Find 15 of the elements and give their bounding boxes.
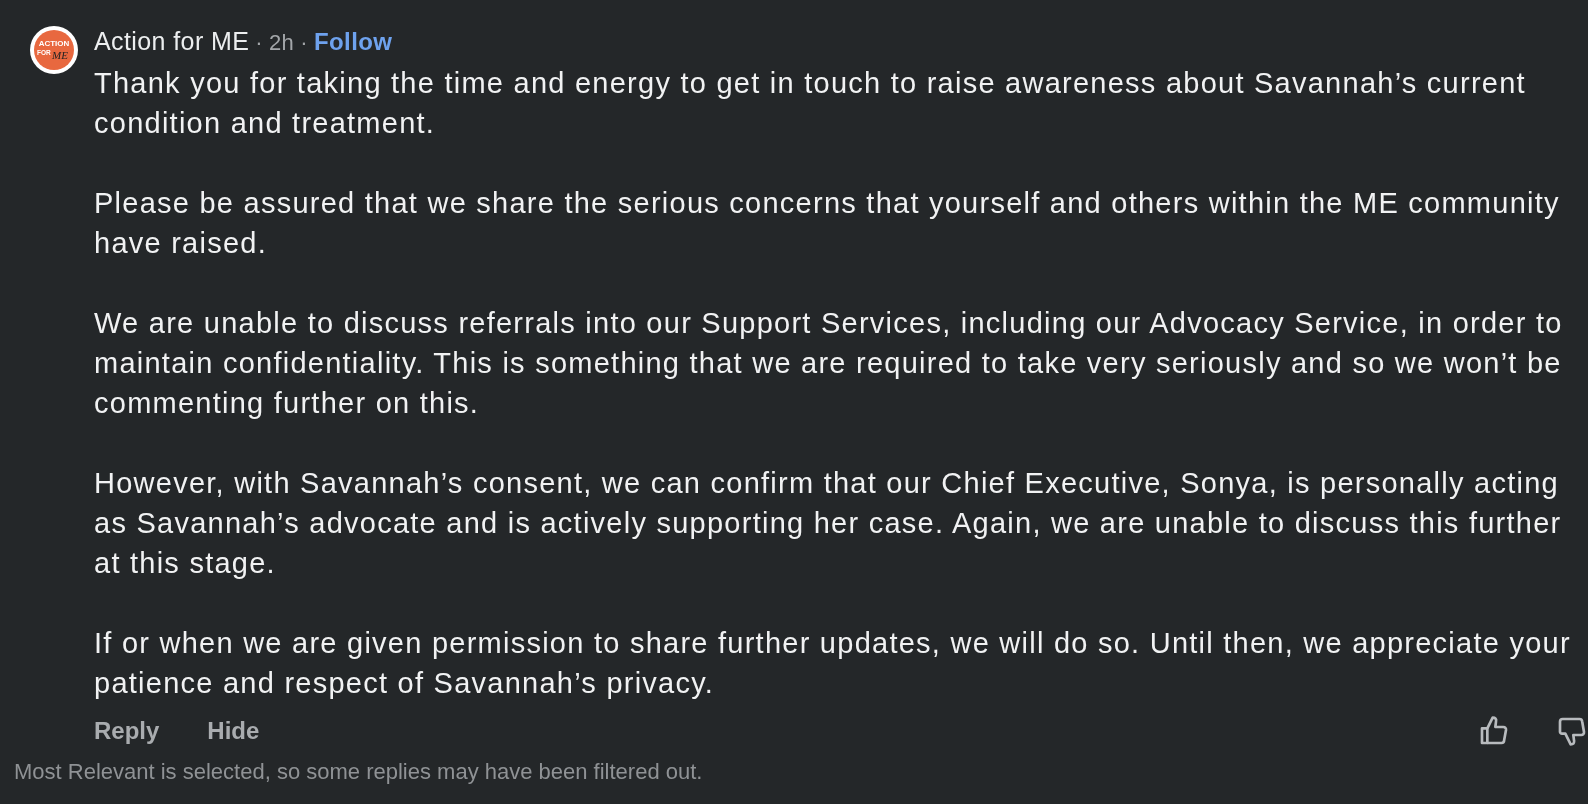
comment-paragraph: We are unable to discuss referrals into our Support Services, including our Advocacy Service, in order to maintain confidentiality. This is something that we are required to take very seriously and so we won’t be commenting further on this. — [94, 306, 1564, 421]
thumbs-down-icon[interactable] — [1556, 715, 1588, 747]
comment-paragraph: However, with Savannah’s consent, we can confirm that our Chief Executive, Sonya, is personally acting as Savannah’s advocate and is actively supporting her case. Again, we are unable to discuss this further at this stage. — [94, 466, 1563, 581]
comment-paragraph: If or when we are given permission to share further updates, we will do so. Until then, we appreciate your patience and respect of Savannah’s privacy. — [94, 626, 1572, 701]
separator-dot: · — [300, 29, 308, 57]
follow-link[interactable]: Follow — [314, 27, 393, 57]
comment-paragraph: Please be assured that we share the serious concerns that yourself and others within the ME community have raised. — [94, 186, 1561, 261]
hide-button[interactable]: Hide — [207, 717, 260, 745]
post-time: 2h — [269, 29, 295, 57]
separator-dot: · — [255, 29, 263, 57]
author-name[interactable]: Action for ME — [94, 26, 250, 56]
thumbs-up-icon[interactable] — [1478, 715, 1510, 747]
filter-notice: Most Relevant is selected, so some replies may have been filtered out. — [14, 759, 704, 785]
comment-paragraph: Thank you for taking the time and energy to get in touch to raise awareness about Savannah’s current condition and treatment. — [94, 66, 1527, 141]
reply-button[interactable]: Reply — [94, 717, 160, 745]
